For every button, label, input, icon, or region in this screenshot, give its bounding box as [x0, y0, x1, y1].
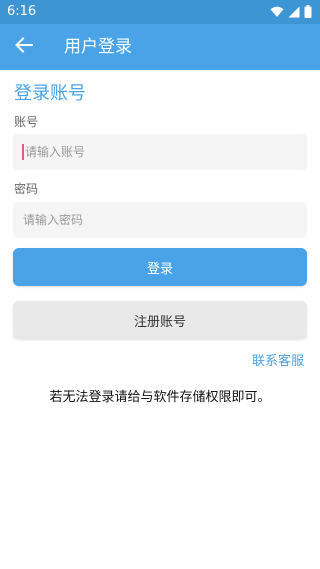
app-bar: 用户登录 [0, 24, 320, 70]
account-field [13, 134, 307, 170]
battery-icon [304, 3, 312, 22]
register-button[interactable]: 注册账号 [13, 301, 307, 339]
permission-notice: 若无法登录请给与软件存储权限即可。 [49, 390, 271, 405]
contact-support-link[interactable]: 联系客服 [252, 354, 304, 370]
text-cursor [22, 144, 24, 160]
wifi-icon [270, 3, 284, 22]
status-time: 6:16 [7, 4, 37, 19]
login-button[interactable]: 登录 [13, 248, 307, 286]
page-title: 用户登录 [64, 37, 132, 57]
login-heading: 登录账号 [14, 83, 86, 104]
signal-icon [288, 3, 300, 22]
password-input[interactable] [13, 202, 307, 238]
back-button[interactable] [10, 33, 38, 61]
password-field [13, 202, 307, 238]
password-label: 密码 [14, 182, 39, 196]
status-bar: 6:16 [0, 0, 320, 24]
arrow-left-icon [15, 37, 33, 57]
account-label: 账号 [14, 115, 39, 129]
status-icons [270, 3, 312, 22]
account-input[interactable] [13, 134, 307, 170]
